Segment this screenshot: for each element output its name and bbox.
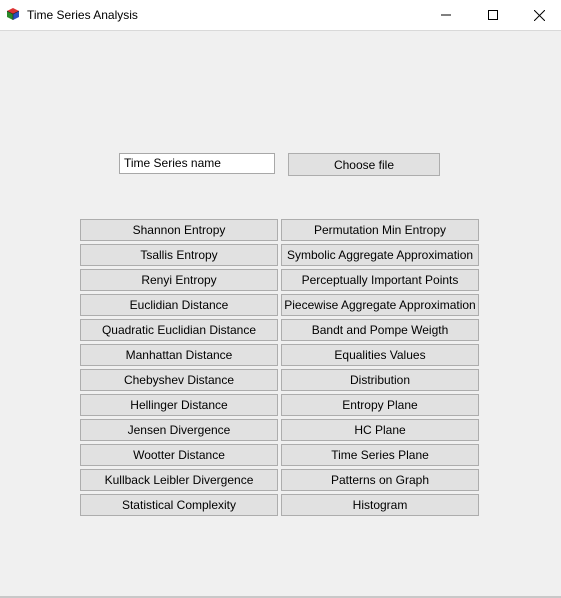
hellinger-distance-button[interactable]: Hellinger Distance: [80, 394, 278, 416]
minimize-button[interactable]: [423, 0, 469, 30]
piecewise-aggregate-approximation-button[interactable]: Piecewise Aggregate Approximation: [281, 294, 479, 316]
close-icon: [533, 9, 545, 21]
maximize-icon: [488, 10, 498, 20]
maximize-button[interactable]: [470, 0, 516, 30]
wootter-distance-button[interactable]: Wootter Distance: [80, 444, 278, 466]
shannon-entropy-button[interactable]: Shannon Entropy: [80, 219, 278, 241]
renyi-entropy-button[interactable]: Renyi Entropy: [80, 269, 278, 291]
equalities-values-button[interactable]: Equalities Values: [281, 344, 479, 366]
choose-file-button[interactable]: Choose file: [288, 153, 440, 176]
chebyshev-distance-button[interactable]: Chebyshev Distance: [80, 369, 278, 391]
app-cube-icon: [6, 8, 20, 20]
title-bar: Time Series Analysis: [0, 0, 561, 31]
hc-plane-button[interactable]: HC Plane: [281, 419, 479, 441]
close-button[interactable]: [516, 0, 561, 30]
jensen-divergence-button[interactable]: Jensen Divergence: [80, 419, 278, 441]
tsallis-entropy-button[interactable]: Tsallis Entropy: [80, 244, 278, 266]
window-title: Time Series Analysis: [27, 8, 138, 22]
time-series-plane-button[interactable]: Time Series Plane: [281, 444, 479, 466]
minimize-icon: [441, 14, 451, 16]
permutation-min-entropy-button[interactable]: Permutation Min Entropy: [281, 219, 479, 241]
kullback-leibler-divergence-button[interactable]: Kullback Leibler Divergence: [80, 469, 278, 491]
quadratic-euclidian-distance-button[interactable]: Quadratic Euclidian Distance: [80, 319, 278, 341]
patterns-on-graph-button[interactable]: Patterns on Graph: [281, 469, 479, 491]
manhattan-distance-button[interactable]: Manhattan Distance: [80, 344, 278, 366]
symbolic-aggregate-approximation-button[interactable]: Symbolic Aggregate Approximation: [281, 244, 479, 266]
bandt-and-pompe-weigth-button[interactable]: Bandt and Pompe Weigth: [281, 319, 479, 341]
distribution-button[interactable]: Distribution: [281, 369, 479, 391]
entropy-plane-button[interactable]: Entropy Plane: [281, 394, 479, 416]
histogram-button[interactable]: Histogram: [281, 494, 479, 516]
statistical-complexity-button[interactable]: Statistical Complexity: [80, 494, 278, 516]
time-series-name-input[interactable]: [119, 153, 275, 174]
euclidian-distance-button[interactable]: Euclidian Distance: [80, 294, 278, 316]
perceptually-important-points-button[interactable]: Perceptually Important Points: [281, 269, 479, 291]
